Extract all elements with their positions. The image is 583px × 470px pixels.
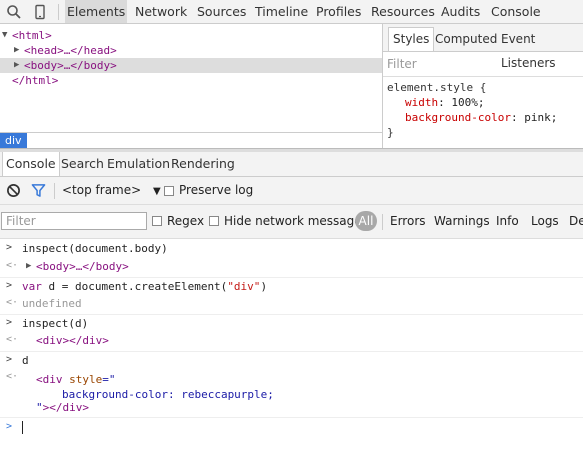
level-debug-button[interactable]: De — [569, 205, 583, 238]
style-property[interactable]: background-color: pink; — [405, 111, 557, 124]
console-input-line: > var d = document.createElement("div") — [0, 277, 583, 296]
console-filter-input[interactable]: Filter — [1, 212, 147, 230]
console-filter-bar: Filter Regex Hide network messages All E… — [0, 205, 583, 239]
tab-search[interactable]: Search — [58, 152, 107, 176]
tab-computed[interactable]: Computed — [431, 27, 501, 51]
console-command: d — [22, 354, 29, 367]
console-result-line: <· ▶ <body>…</body> — [0, 258, 583, 276]
device-mode-icon[interactable] — [32, 4, 48, 20]
console-input-line: > d — [0, 351, 583, 370]
collapsed-triangle-icon[interactable]: ▶ — [26, 261, 31, 271]
regex-label: Regex — [167, 214, 205, 228]
styles-filter-input[interactable]: Filter — [387, 57, 417, 71]
level-all-button[interactable]: All — [355, 211, 377, 231]
property-value: 100%; — [451, 96, 485, 109]
filter-icon[interactable] — [31, 183, 46, 198]
tab-timeline[interactable]: Timeline — [253, 0, 310, 23]
collapsed-triangle-icon[interactable]: ▶ — [14, 43, 19, 58]
dom-tag-head: <head>…</head> — [24, 44, 117, 57]
styles-sidebar: Styles Computed Event Listeners Filter e… — [382, 24, 583, 148]
attribute-value: background-color: rebeccapurple; — [62, 388, 274, 401]
tab-event-listeners[interactable]: Event Listeners — [497, 27, 583, 70]
dom-node-html[interactable]: ▼ <html> — [0, 28, 382, 43]
toolbar-separator — [58, 4, 59, 20]
dropdown-arrow-icon: ▼ — [153, 186, 161, 197]
tab-console[interactable]: Console — [489, 0, 543, 23]
dom-tag-body: <body>…</body> — [24, 59, 117, 72]
devtools-toolbar: Elements Network Sources Timeline Profil… — [0, 0, 583, 24]
preserve-log-checkbox[interactable] — [164, 186, 174, 196]
sidebar-tabs: Styles Computed Event Listeners — [383, 24, 583, 70]
breadcrumb: div — [0, 132, 382, 148]
input-prompt-icon: > — [6, 421, 13, 432]
preserve-log-label: Preserve log — [179, 183, 254, 197]
text-cursor — [22, 421, 23, 434]
tab-rendering[interactable]: Rendering — [168, 152, 238, 176]
console-command: inspect(document.body) — [22, 242, 168, 255]
tab-elements[interactable]: Elements — [65, 0, 128, 23]
context-selector[interactable]: <top frame> ▼ — [62, 177, 161, 204]
rule-close-brace: } — [387, 126, 394, 139]
console-command: var d = document.createElement("div") — [22, 280, 268, 293]
input-prompt-icon: > — [6, 242, 13, 253]
toolbar-separator — [54, 183, 55, 199]
tab-emulation[interactable]: Emulation — [104, 152, 173, 176]
level-info-button[interactable]: Info — [496, 205, 519, 238]
property-name: background-color — [405, 111, 511, 124]
level-warnings-button[interactable]: Warnings — [434, 205, 490, 238]
dom-node-head[interactable]: ▶ <head>…</head> — [0, 43, 382, 58]
rule-selector: element.style { — [387, 81, 487, 94]
hide-network-label: Hide network messages — [224, 214, 368, 228]
console-prompt-line[interactable]: > — [0, 417, 583, 437]
property-name: width — [405, 96, 439, 109]
input-prompt-icon: > — [6, 354, 13, 365]
drawer-tabs: Console Search Emulation Rendering — [0, 152, 583, 177]
result-prompt-icon: <· — [6, 371, 19, 382]
console-result-line: <· undefined — [0, 295, 583, 313]
hide-network-checkbox[interactable] — [209, 216, 219, 226]
result-prompt-icon: <· — [6, 334, 19, 345]
collapsed-triangle-icon[interactable]: ▶ — [14, 58, 19, 73]
console-result-node-close: "></div> — [36, 401, 89, 414]
console-toolbar: <top frame> ▼ Preserve log — [0, 177, 583, 205]
console-result-node[interactable]: <div style=" — [36, 373, 116, 386]
search-icon[interactable] — [6, 4, 22, 20]
context-selector-value: <top frame> — [62, 183, 142, 197]
clear-console-icon[interactable] — [6, 183, 21, 198]
level-logs-button[interactable]: Logs — [531, 205, 559, 238]
console-result-value: undefined — [22, 297, 82, 310]
style-rule: element.style { width: 100%; background-… — [383, 76, 583, 139]
property-value: pink; — [524, 111, 558, 124]
tab-audits[interactable]: Audits — [439, 0, 482, 23]
elements-tree: ▼ <html> ▶ <head>…</head> ▶ <body>…</bod… — [0, 24, 382, 132]
tab-resources[interactable]: Resources — [369, 0, 437, 23]
console-command: inspect(d) — [22, 317, 89, 330]
regex-checkbox[interactable] — [152, 216, 162, 226]
dom-tag-html-close: </html> — [12, 74, 59, 87]
style-property[interactable]: width: 100%; — [405, 96, 485, 109]
console-input-line: > inspect(document.body) — [0, 240, 583, 258]
result-prompt-icon: <· — [6, 297, 19, 308]
console-result-node[interactable]: <body>…</body> — [36, 260, 129, 273]
console-input-line: > inspect(d) — [0, 314, 583, 333]
tab-network[interactable]: Network — [133, 0, 189, 23]
expanded-triangle-icon[interactable]: ▼ — [2, 28, 7, 43]
console-result-node[interactable]: <div></div> — [36, 334, 109, 347]
tab-sources[interactable]: Sources — [195, 0, 248, 23]
tab-console-drawer[interactable]: Console — [2, 152, 60, 176]
breadcrumb-item-div[interactable]: div — [0, 133, 27, 148]
dom-node-html-close[interactable]: </html> — [0, 73, 382, 88]
dom-node-body[interactable]: ▶ <body>…</body> — [0, 58, 382, 73]
level-errors-button[interactable]: Errors — [390, 205, 426, 238]
tab-profiles[interactable]: Profiles — [314, 0, 363, 23]
result-prompt-icon: <· — [6, 260, 19, 271]
dom-tag-html-open: <html> — [12, 29, 52, 42]
toolbar-separator — [382, 214, 383, 230]
input-prompt-icon: > — [6, 280, 13, 291]
input-prompt-icon: > — [6, 317, 13, 328]
console-result-line: <· <div></div> — [0, 332, 583, 350]
console-result-line: <· <div style=" background-color: rebecc… — [0, 369, 583, 417]
tab-styles[interactable]: Styles — [388, 27, 435, 51]
